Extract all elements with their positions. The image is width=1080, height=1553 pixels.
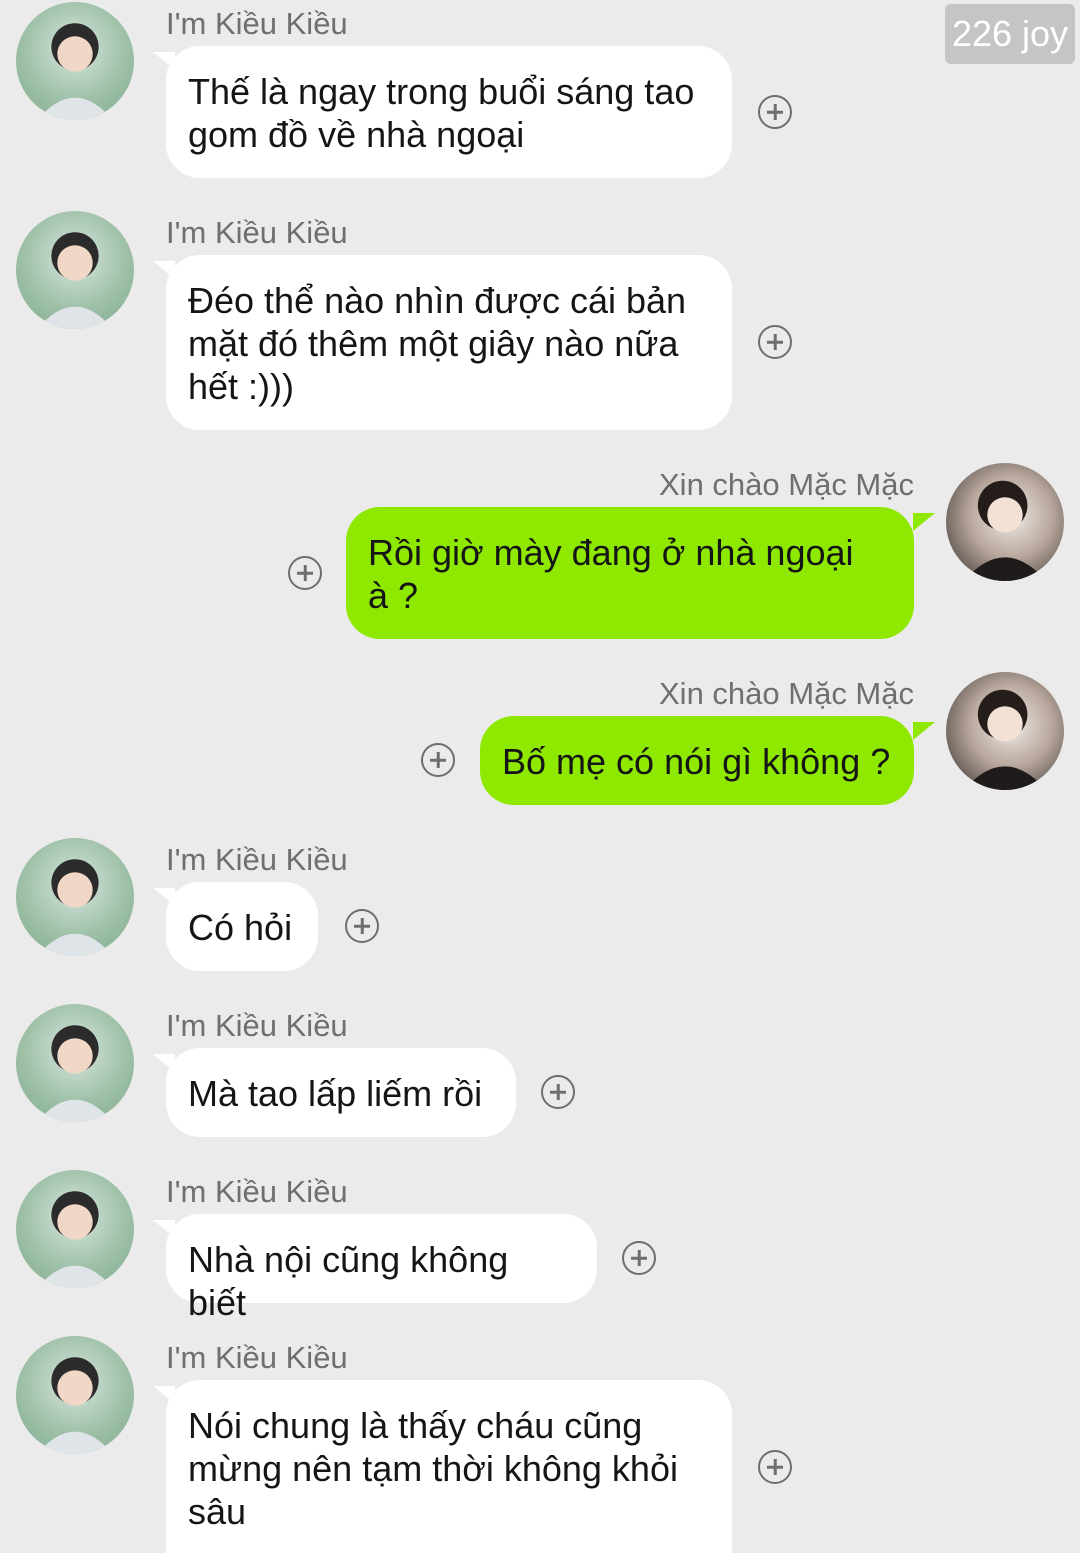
person-avatar-icon: [963, 480, 1047, 581]
message-text: Thế là ngay trong buổi sáng tao gom đồ v…: [188, 71, 695, 155]
sender-name: I'm Kiều Kiều: [166, 1008, 348, 1043]
message-bubble[interactable]: Đéo thể nào nhìn được cái bản mặt đó thê…: [166, 255, 732, 430]
sender-name: I'm Kiều Kiều: [166, 842, 348, 877]
add-reaction-icon[interactable]: [541, 1075, 575, 1109]
message-bubble[interactable]: Mà tao lấp liếm rồi: [166, 1048, 516, 1137]
avatar-mac[interactable]: [946, 463, 1064, 581]
add-reaction-icon[interactable]: [758, 95, 792, 129]
sender-name: I'm Kiều Kiều: [166, 1340, 348, 1375]
watermark-badge: 226 joy: [945, 4, 1075, 64]
add-reaction-icon[interactable]: [288, 556, 322, 590]
sender-name: Xin chào Mặc Mặc: [659, 467, 914, 502]
message-text: Nhà nội cũng không biết: [188, 1239, 509, 1323]
message-bubble[interactable]: Thế là ngay trong buổi sáng tao gom đồ v…: [166, 46, 732, 178]
avatar-kieu[interactable]: [16, 1004, 134, 1122]
add-reaction-icon[interactable]: [421, 743, 455, 777]
message-text: Mà tao lấp liếm rồi: [188, 1073, 483, 1114]
message-text: Rồi giờ mày đang ở nhà ngoại à ?: [368, 532, 854, 616]
sender-name: I'm Kiều Kiều: [166, 6, 348, 41]
sender-name: Xin chào Mặc Mặc: [659, 676, 914, 711]
bubble-tail: [913, 513, 935, 531]
message-text: Nói chung là thấy cháu cũng mừng nên tạm…: [188, 1405, 678, 1532]
message-text: Đéo thể nào nhìn được cái bản mặt đó thê…: [188, 280, 687, 407]
message-bubble[interactable]: Nói chung là thấy cháu cũng mừng nên tạm…: [166, 1380, 732, 1553]
person-avatar-icon: [37, 1025, 113, 1122]
message-text: Bố mẹ có nói gì không ?: [502, 741, 891, 782]
message-bubble[interactable]: Bố mẹ có nói gì không ?: [480, 716, 914, 805]
message-text: Có hỏi: [188, 907, 293, 948]
avatar-kieu[interactable]: [16, 1336, 134, 1454]
person-avatar-icon: [37, 232, 113, 329]
add-reaction-icon[interactable]: [345, 909, 379, 943]
add-reaction-icon[interactable]: [758, 1450, 792, 1484]
person-avatar-icon: [963, 689, 1047, 790]
message-bubble[interactable]: Rồi giờ mày đang ở nhà ngoại à ?: [346, 507, 914, 639]
message-bubble[interactable]: Nhà nội cũng không biết: [166, 1214, 597, 1323]
avatar-kieu[interactable]: [16, 2, 134, 120]
person-avatar-icon: [37, 23, 113, 120]
sender-name: I'm Kiều Kiều: [166, 215, 348, 250]
add-reaction-icon[interactable]: [622, 1241, 656, 1275]
bubble-tail: [913, 722, 935, 740]
person-avatar-icon: [37, 859, 113, 956]
person-avatar-icon: [37, 1191, 113, 1288]
avatar-kieu[interactable]: [16, 211, 134, 329]
avatar-kieu[interactable]: [16, 1170, 134, 1288]
sender-name: I'm Kiều Kiều: [166, 1174, 348, 1209]
avatar-mac[interactable]: [946, 672, 1064, 790]
avatar-kieu[interactable]: [16, 838, 134, 956]
person-avatar-icon: [37, 1357, 113, 1454]
add-reaction-icon[interactable]: [758, 325, 792, 359]
message-bubble[interactable]: Có hỏi: [166, 882, 318, 971]
